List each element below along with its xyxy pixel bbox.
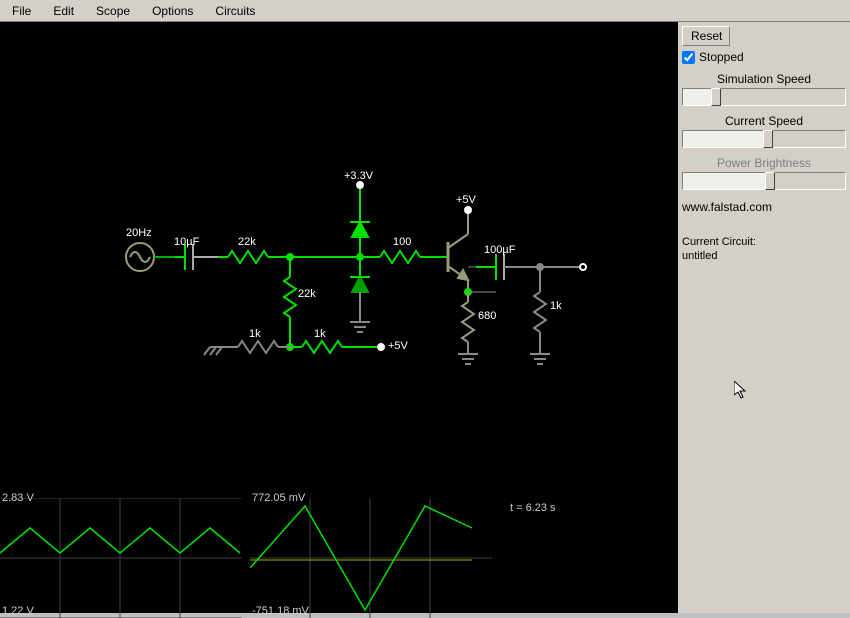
circuit-schematic bbox=[0, 22, 678, 492]
scope1-top: 2.83 V bbox=[2, 492, 34, 504]
stopped-checkbox[interactable] bbox=[682, 51, 695, 64]
sidebar: Reset Stopped Simulation Speed Current S… bbox=[678, 22, 850, 613]
stopped-checkbox-row[interactable]: Stopped bbox=[682, 50, 846, 64]
scope2-top: 772.05 mV bbox=[252, 492, 305, 504]
sim-speed-slider[interactable] bbox=[682, 88, 846, 106]
scope-1[interactable] bbox=[0, 498, 242, 618]
pow-bright-label: Power Brightness bbox=[682, 156, 846, 170]
scope1-bottom: 1.22 V bbox=[2, 605, 34, 617]
reset-button[interactable]: Reset bbox=[682, 26, 730, 46]
menu-options[interactable]: Options bbox=[148, 1, 211, 21]
sim-speed-label: Simulation Speed bbox=[682, 72, 846, 86]
pow-bright-slider[interactable] bbox=[682, 172, 846, 190]
menu-circuits[interactable]: Circuits bbox=[211, 1, 273, 21]
current-circuit-label: Current Circuit: bbox=[682, 236, 846, 248]
menu-scope[interactable]: Scope bbox=[92, 1, 148, 21]
cur-speed-label: Current Speed bbox=[682, 114, 846, 128]
falstad-link[interactable]: www.falstad.com bbox=[682, 200, 846, 214]
current-circuit-value: untitled bbox=[682, 250, 846, 262]
cur-speed-slider[interactable] bbox=[682, 130, 846, 148]
stopped-label: Stopped bbox=[699, 50, 744, 64]
menu-file[interactable]: File bbox=[8, 1, 49, 21]
circuit-canvas[interactable]: 20Hz 10µF 22k 22k 1k 1k 100 680 1k 100µF… bbox=[0, 22, 678, 613]
time-readout: t = 6.23 s bbox=[510, 502, 556, 514]
menu-edit[interactable]: Edit bbox=[49, 1, 92, 21]
menubar: File Edit Scope Options Circuits bbox=[0, 0, 850, 22]
scope2-bottom: -751.18 mV bbox=[252, 605, 309, 617]
scope-2[interactable] bbox=[250, 498, 492, 618]
